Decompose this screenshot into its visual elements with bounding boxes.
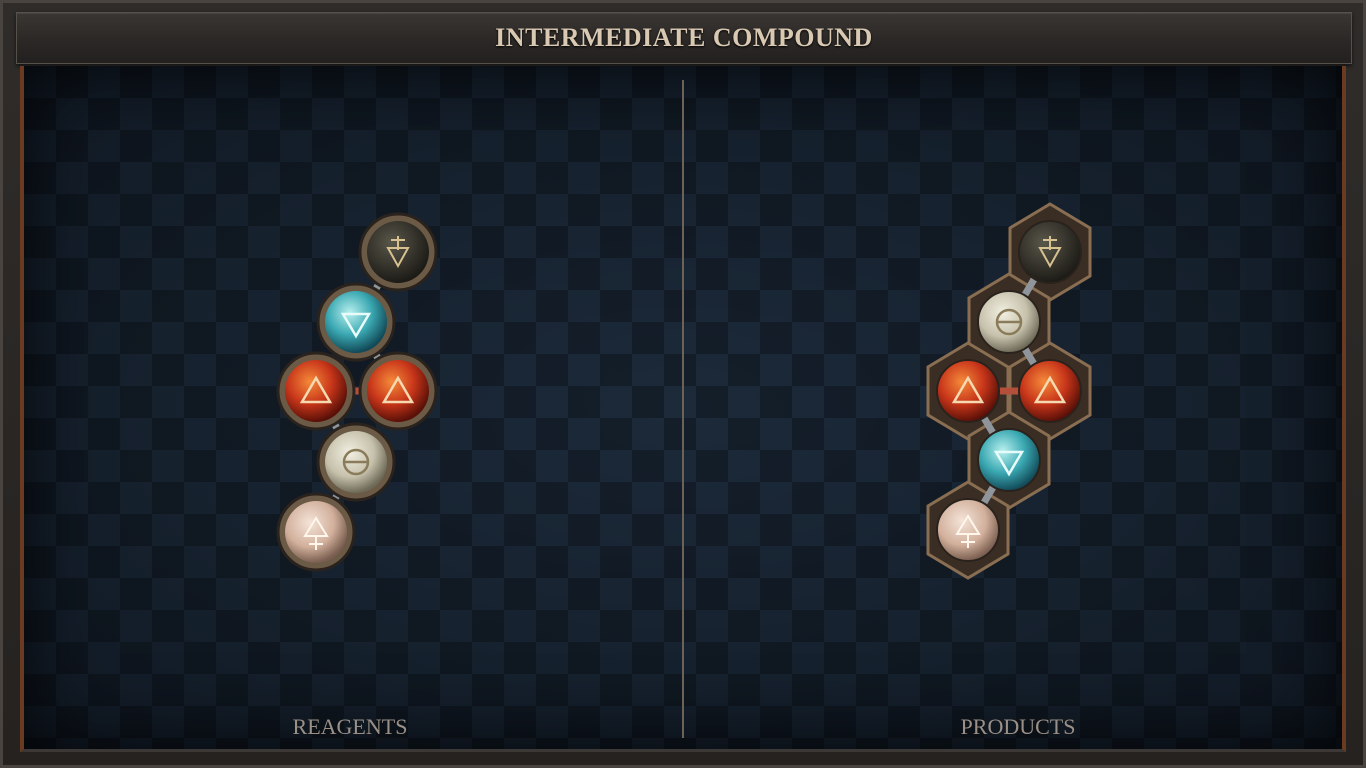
atom-fire[interactable] [276, 351, 356, 431]
atom-salt[interactable] [316, 422, 396, 502]
atom-earth[interactable] [1018, 220, 1082, 284]
atom-air[interactable] [276, 492, 356, 572]
atom-water[interactable] [316, 282, 396, 362]
molecule-canvas [276, 202, 1092, 580]
atom-fire[interactable] [1018, 359, 1082, 423]
atom-water[interactable] [977, 428, 1041, 492]
atom-air[interactable] [936, 498, 1000, 562]
atom-fire[interactable] [358, 351, 438, 431]
products-molecule [926, 202, 1092, 580]
reagents-molecule [276, 212, 438, 572]
atom-fire[interactable] [936, 359, 1000, 423]
atom-earth[interactable] [358, 212, 438, 292]
atom-salt[interactable] [977, 290, 1041, 354]
